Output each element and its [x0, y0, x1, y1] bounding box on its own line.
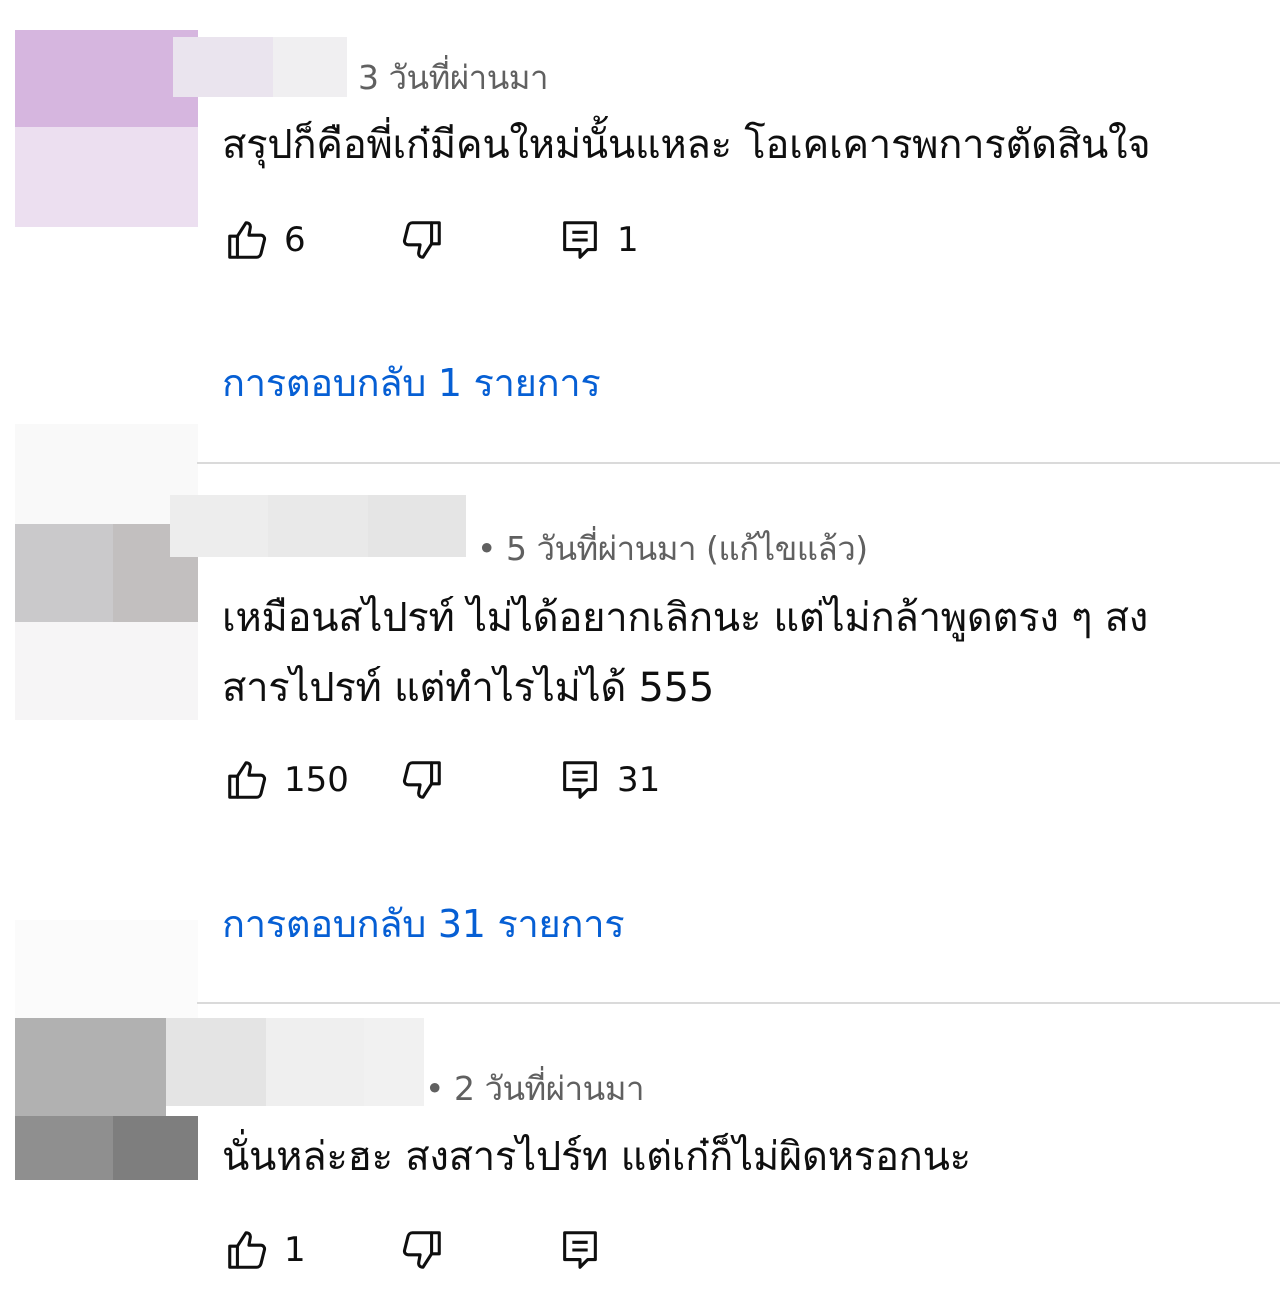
thumbs-down-icon	[402, 761, 441, 799]
comment-text: สารไปรท์ แต่ทำไรไม่ได้ 555	[222, 665, 714, 711]
thumbs-up-icon	[228, 1231, 267, 1269]
reply-button[interactable]	[557, 1225, 603, 1275]
dislike-button[interactable]	[399, 215, 445, 265]
view-replies-link[interactable]: การตอบกลับ 1 รายการ	[222, 352, 601, 413]
reply-count: 1	[617, 220, 639, 260]
comment-text: เหมือนสไปรท์ ไม่ได้อยากเลิกนะ แต่ไม่กล้า…	[222, 595, 1148, 641]
reply-count: 31	[617, 760, 661, 800]
thumbs-down-icon	[402, 221, 441, 259]
dislike-button[interactable]	[399, 755, 445, 805]
thumbs-up-icon	[228, 761, 267, 799]
view-replies-link[interactable]: การตอบกลับ 31 รายการ	[222, 893, 625, 954]
comment-timestamp: • 5 วันที่ผ่านมา (แก้ไขแล้ว)	[477, 529, 868, 568]
thumbs-down-icon	[402, 1231, 441, 1269]
like-count: 1	[284, 1230, 306, 1270]
comment-icon	[563, 1231, 597, 1269]
divider	[197, 1002, 1280, 1004]
avatar-placeholder	[15, 920, 198, 1018]
like-count: 150	[284, 760, 349, 800]
comment-actions: 150 31	[224, 755, 824, 805]
reply-button[interactable]: 1	[557, 215, 639, 265]
comment-timestamp: 3 วันที่ผ่านมา	[358, 58, 549, 97]
comment-icon	[563, 761, 597, 799]
comment-actions: 1	[224, 1225, 824, 1275]
comment-text: นั่นหล่ะฮะ สงสารไปร์ท แต่เก๋ก็ไม่ผิดหรอก…	[222, 1134, 971, 1180]
comment-timestamp: • 2 วันที่ผ่านมา	[425, 1069, 645, 1108]
like-button[interactable]: 150	[224, 755, 349, 805]
reply-button[interactable]: 31	[557, 755, 660, 805]
comment-text: สรุปก็คือพี่เก๋มีคนใหม่นั้นแหละ โอเคเคาร…	[222, 122, 1151, 168]
thumbs-up-icon	[228, 221, 267, 259]
like-count: 6	[284, 220, 306, 260]
like-button[interactable]: 1	[224, 1225, 306, 1275]
like-button[interactable]: 6	[224, 215, 306, 265]
comment-actions: 6 1	[224, 215, 824, 265]
comment-icon	[563, 221, 597, 259]
dislike-button[interactable]	[399, 1225, 445, 1275]
divider	[197, 462, 1280, 464]
